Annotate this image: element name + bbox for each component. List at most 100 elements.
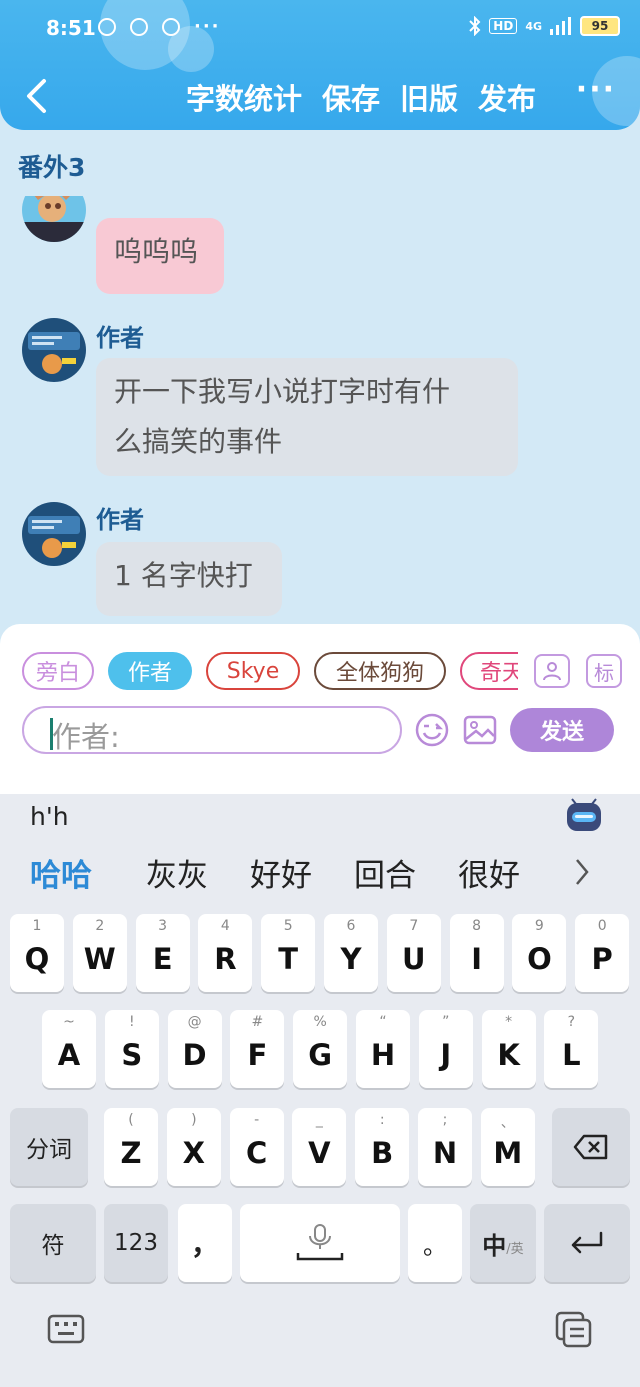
key-secondary-label: : [379, 1112, 385, 1128]
candidate-word[interactable]: 回合 [354, 850, 416, 895]
old-version-button[interactable]: 旧版 [400, 76, 458, 118]
sender-name: 作者 [96, 324, 144, 352]
skye-avatar-image [22, 196, 86, 242]
key-s[interactable]: ! S [104, 1010, 159, 1088]
key-primary-label: J [440, 1038, 452, 1072]
candidate-word[interactable]: 哈哈 [30, 850, 92, 895]
role-chip-narrator[interactable]: 旁白 [22, 652, 94, 690]
key-primary-label: U [402, 942, 426, 976]
avatar[interactable] [22, 318, 86, 382]
key-secondary-label: 8 [472, 918, 482, 934]
key-j[interactable]: ” J [418, 1010, 473, 1088]
role-chip-author[interactable]: 作者 [108, 652, 192, 690]
key-y[interactable]: 6Y [324, 914, 378, 992]
more-options-icon[interactable]: ··· [576, 72, 616, 107]
comma-key[interactable]: ， [178, 1204, 232, 1282]
message-input[interactable]: 作者: [22, 706, 402, 754]
key-d[interactable]: @ D [167, 1010, 222, 1088]
emoji-icon[interactable] [414, 712, 450, 748]
image-icon[interactable] [462, 712, 498, 748]
message-bubble[interactable]: 1 名字快打 [96, 542, 282, 616]
key-u[interactable]: 7U [386, 914, 441, 992]
numbers-key[interactable]: 123 [104, 1204, 168, 1282]
key-c[interactable]: -C [229, 1108, 284, 1186]
candidate-word[interactable]: 好好 [250, 850, 312, 895]
key-primary-label: B [371, 1136, 394, 1170]
message-bubble[interactable]: 开一下我写小说打字时有什 么搞笑的事件 [96, 358, 518, 476]
message-bubble[interactable]: 呜呜呜 [96, 218, 224, 294]
symbols-key[interactable]: 符 [10, 1204, 96, 1282]
key-p[interactable]: 0P [575, 914, 630, 992]
key-secondary-label: 9 [534, 918, 544, 934]
word-count-button[interactable]: 字数统计 [186, 76, 302, 118]
key-primary-label: F [247, 1038, 268, 1072]
key-h[interactable]: “H [356, 1010, 410, 1088]
notification-icons: ··· [98, 16, 221, 37]
tag-button[interactable]: 标 [586, 654, 622, 688]
language-main: 中 [482, 1231, 507, 1260]
sender-name: 作者 [96, 506, 144, 534]
back-icon[interactable] [22, 78, 50, 114]
key-e[interactable]: 3E [135, 914, 190, 992]
key-primary-label: Q [24, 942, 50, 976]
author-avatar-image [22, 318, 86, 382]
language-switch-key[interactable]: 中/英 [470, 1204, 536, 1282]
role-chip-label: Skye [226, 658, 280, 684]
app-header: 8:51 ··· HD 4G 95 字数统计 保存 旧版 发布 ··· [0, 0, 640, 130]
character-manage-icon[interactable] [534, 654, 570, 688]
role-chip-label: 奇天 [480, 661, 518, 686]
status-time: 8:51 [46, 16, 96, 40]
role-chip-list[interactable]: 旁白 作者 Skye 全体狗狗 奇天 [22, 652, 518, 690]
save-button[interactable]: 保存 [322, 76, 380, 118]
publish-button[interactable]: 发布 [478, 76, 536, 118]
key-w[interactable]: 2W [72, 914, 127, 992]
tag-label: 标 [594, 660, 614, 685]
candidate-word[interactable]: 很好 [458, 850, 520, 895]
app-notification-icon [98, 17, 116, 36]
system-status: HD 4G 95 [469, 16, 620, 36]
chat-area[interactable]: 呜呜呜 作者 开一下我写小说打字时有什 么搞笑的事件 作者 1 名字快打 [0, 196, 640, 626]
key-g[interactable]: % G [293, 1010, 348, 1088]
key-a[interactable]: ~ A [42, 1010, 96, 1088]
space-key[interactable] [240, 1204, 400, 1282]
role-chip-skye[interactable]: Skye [206, 652, 300, 690]
keyboard-assistant-icon[interactable] [566, 798, 602, 832]
key-secondary-label: 1 [32, 918, 42, 934]
message-text-line: 么搞笑的事件 [114, 425, 283, 458]
key-b[interactable]: :B [355, 1108, 410, 1186]
period-key[interactable]: 。 [408, 1204, 462, 1282]
key-n[interactable]: ; N [418, 1108, 472, 1186]
key-m[interactable]: 、 M [480, 1108, 535, 1186]
key-secondary-label: * [505, 1014, 513, 1030]
header-actions: 字数统计 保存 旧版 发布 [186, 76, 536, 118]
backspace-key[interactable] [552, 1108, 630, 1186]
key-primary-label: X [182, 1136, 205, 1170]
chapter-title: 番外3 [18, 153, 86, 182]
key-l[interactable]: ? L [544, 1010, 599, 1088]
role-chip-qitian[interactable]: 奇天 [460, 652, 518, 690]
enter-key[interactable] [544, 1204, 630, 1282]
key-v[interactable]: _ V [292, 1108, 347, 1186]
key-secondary-label: ” [442, 1014, 450, 1030]
role-chip-all-dogs[interactable]: 全体狗狗 [314, 652, 446, 690]
candidate-word[interactable]: 灰灰 [146, 850, 208, 895]
clipboard-icon[interactable] [554, 1310, 594, 1350]
key-k[interactable]: * K [481, 1010, 536, 1088]
key-t[interactable]: 5T [261, 914, 316, 992]
key-o[interactable]: 9O [512, 914, 567, 992]
key-primary-label: K [497, 1038, 520, 1072]
send-button[interactable]: 发送 [510, 708, 614, 752]
key-z[interactable]: (Z [104, 1108, 158, 1186]
word-split-key[interactable]: 分词 [10, 1108, 88, 1186]
key-i[interactable]: 8I [449, 914, 504, 992]
role-chip-label: 旁白 [35, 661, 80, 686]
key-primary-label: G [308, 1038, 333, 1072]
chevron-right-icon[interactable] [572, 856, 592, 888]
key-r[interactable]: 4R [198, 914, 253, 992]
key-q[interactable]: 1Q [10, 914, 64, 992]
avatar[interactable] [22, 502, 86, 566]
keyboard-toggle-icon[interactable] [46, 1310, 86, 1350]
avatar[interactable] [22, 196, 86, 242]
key-x[interactable]: ) X [166, 1108, 221, 1186]
key-f[interactable]: # F [230, 1010, 285, 1088]
